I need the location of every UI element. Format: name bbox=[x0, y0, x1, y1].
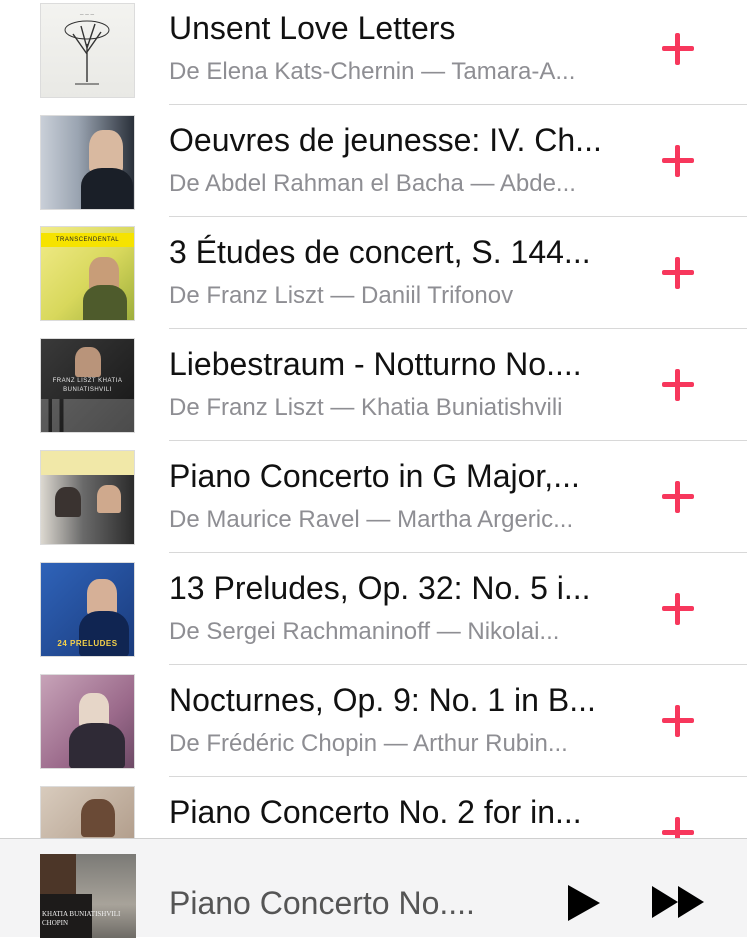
portrait-figure-icon bbox=[89, 130, 123, 172]
mini-player[interactable]: KHATIA BUNIATISHVILI CHOPIN Piano Concer… bbox=[0, 838, 747, 938]
song-subtitle: De Frédéric Chopin — Arthur Rubin... bbox=[169, 730, 568, 757]
portrait-figure-icon bbox=[81, 799, 115, 837]
album-art bbox=[40, 674, 135, 769]
song-title: 3 Études de concert, S. 144... bbox=[169, 234, 591, 270]
add-plus-icon[interactable] bbox=[662, 705, 694, 737]
row-divider bbox=[169, 328, 747, 329]
svg-text:— — —: — — — bbox=[80, 12, 95, 17]
album-band-label: 24 PRELUDES bbox=[57, 639, 118, 648]
album-art bbox=[40, 450, 135, 545]
album-art: 24 PRELUDES bbox=[40, 562, 135, 657]
song-subtitle: De Maurice Ravel — Martha Argeric... bbox=[169, 506, 574, 533]
row-divider bbox=[169, 104, 747, 105]
add-plus-icon[interactable] bbox=[662, 369, 694, 401]
song-subtitle: De Elena Kats-Chernin — Tamara-A... bbox=[169, 58, 576, 85]
fast-forward-icon bbox=[652, 886, 704, 918]
portrait-figure-icon bbox=[97, 485, 121, 513]
song-title: Unsent Love Letters bbox=[169, 10, 456, 46]
add-plus-icon[interactable] bbox=[662, 481, 694, 513]
song-subtitle: De Abdel Rahman el Bacha — Abde... bbox=[169, 170, 576, 197]
portrait-body-icon bbox=[69, 723, 125, 768]
album-band-label: TRANSCENDENTAL bbox=[41, 233, 134, 247]
song-subtitle: De Sergei Rachmaninoff — Nikolai... bbox=[169, 618, 560, 645]
song-title: Nocturnes, Op. 9: No. 1 in B... bbox=[169, 682, 596, 718]
add-plus-icon[interactable] bbox=[662, 145, 694, 177]
portrait-figure-icon bbox=[55, 487, 81, 517]
song-row[interactable]: — — — Unsent Love Letters De Elena Kats-… bbox=[0, 0, 747, 112]
album-art: TRANSCENDENTAL bbox=[40, 226, 135, 321]
album-art: FRANZ LISZT KHATIA BUNIATISHVILI bbox=[40, 338, 135, 433]
song-row[interactable]: TRANSCENDENTAL 3 Études de concert, S. 1… bbox=[0, 224, 747, 336]
portrait-figure-icon bbox=[87, 579, 117, 615]
album-caption: KHATIA BUNIATISHVILI CHOPIN bbox=[42, 910, 121, 927]
add-plus-icon[interactable] bbox=[662, 593, 694, 625]
album-art bbox=[40, 786, 135, 838]
song-title: Liebestraum - Notturno No.... bbox=[169, 346, 582, 382]
album-art: — — — bbox=[40, 3, 135, 98]
play-button[interactable] bbox=[566, 883, 602, 923]
song-list: — — — Unsent Love Letters De Elena Kats-… bbox=[0, 0, 747, 838]
song-subtitle: De Franz Liszt — Khatia Buniatishvili bbox=[169, 394, 563, 421]
song-row[interactable]: Piano Concerto in G Major,... De Maurice… bbox=[0, 448, 747, 560]
tree-illustration-icon: — — — bbox=[64, 12, 110, 85]
album-band-label: FRANZ LISZT KHATIA BUNIATISHVILI bbox=[52, 378, 123, 393]
now-playing-title: Piano Concerto No.... bbox=[169, 885, 475, 921]
song-row[interactable]: Nocturnes, Op. 9: No. 1 in B... De Frédé… bbox=[0, 672, 747, 784]
row-divider bbox=[169, 776, 747, 777]
song-title: Oeuvres de jeunesse: IV. Ch... bbox=[169, 122, 602, 158]
song-row[interactable]: Piano Concerto No. 2 for in... bbox=[0, 784, 747, 838]
add-plus-icon[interactable] bbox=[662, 257, 694, 289]
next-track-button[interactable] bbox=[651, 885, 705, 919]
now-playing-album-art[interactable]: KHATIA BUNIATISHVILI CHOPIN bbox=[40, 854, 136, 938]
song-row[interactable]: Oeuvres de jeunesse: IV. Ch... De Abdel … bbox=[0, 112, 747, 224]
add-plus-icon[interactable] bbox=[662, 817, 694, 838]
song-row[interactable]: FRANZ LISZT KHATIA BUNIATISHVILI Liebest… bbox=[0, 336, 747, 448]
piano-keys-icon bbox=[41, 399, 134, 432]
portrait-body-icon bbox=[81, 168, 133, 209]
album-art bbox=[40, 115, 135, 210]
song-title: 13 Preludes, Op. 32: No. 5 i... bbox=[169, 570, 591, 606]
add-plus-icon[interactable] bbox=[662, 33, 694, 65]
row-divider bbox=[169, 440, 747, 441]
portrait-figure-icon bbox=[75, 347, 101, 377]
portrait-figure-icon bbox=[40, 854, 76, 894]
row-divider bbox=[169, 552, 747, 553]
row-divider bbox=[169, 664, 747, 665]
portrait-body-icon bbox=[83, 285, 127, 320]
portrait-figure-icon bbox=[79, 693, 109, 727]
play-icon bbox=[568, 885, 600, 921]
song-title: Piano Concerto in G Major,... bbox=[169, 458, 580, 494]
song-title: Piano Concerto No. 2 for in... bbox=[169, 794, 582, 830]
row-divider bbox=[169, 216, 747, 217]
song-subtitle: De Franz Liszt — Daniil Trifonov bbox=[169, 282, 514, 309]
song-row[interactable]: 24 PRELUDES 13 Preludes, Op. 32: No. 5 i… bbox=[0, 560, 747, 672]
